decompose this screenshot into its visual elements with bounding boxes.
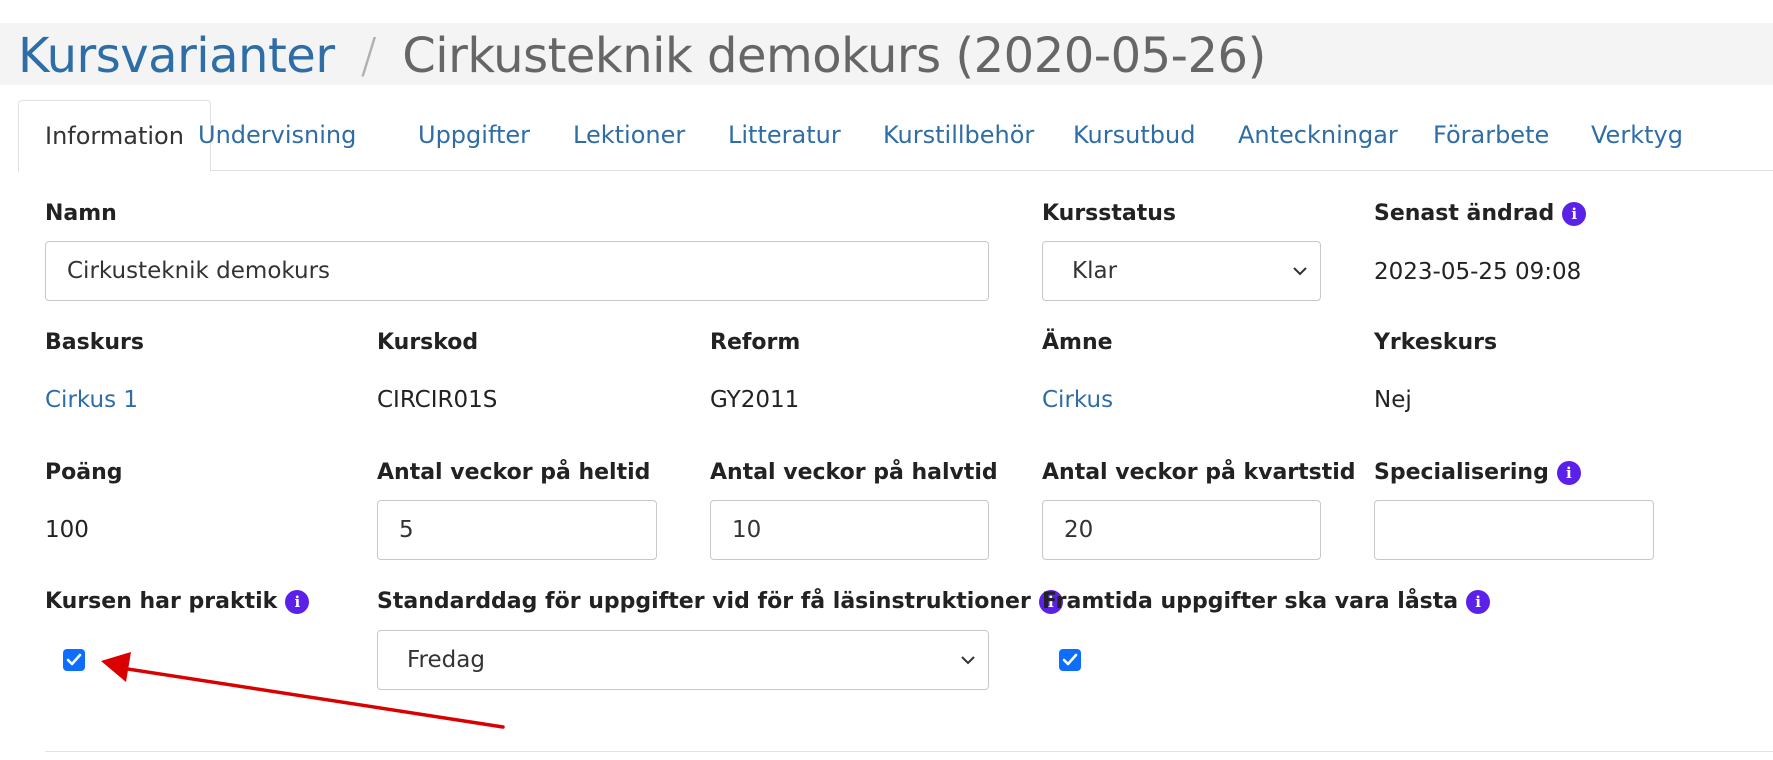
poang-label: Poäng <box>45 460 123 485</box>
breadcrumb-parent-link[interactable]: Kursvarianter <box>18 28 335 84</box>
kurskod-label: Kurskod <box>377 330 478 355</box>
yrkeskurs-label: Yrkeskurs <box>1374 330 1497 355</box>
standarddag-select-value: Fredag <box>407 647 485 673</box>
halvtid-label: Antal veckor på halvtid <box>710 460 998 485</box>
halvtid-input-value: 10 <box>732 517 762 543</box>
heltid-input-value: 5 <box>399 517 414 543</box>
kvartstid-input-value: 20 <box>1064 517 1094 543</box>
halvtid-label-text: Antal veckor på halvtid <box>710 460 998 485</box>
breadcrumb: Kursvarianter / Cirkusteknik demokurs (2… <box>18 26 1266 86</box>
tab-information[interactable]: Information <box>18 100 211 172</box>
kursstatus-select-value: Klar <box>1072 258 1118 284</box>
baskurs-label: Baskurs <box>45 330 144 355</box>
kursstatus-select[interactable]: Klar <box>1042 241 1321 301</box>
praktik-checkbox[interactable] <box>63 649 85 671</box>
framtida-label: Framtida uppgifter ska vara låsta i <box>1042 589 1491 614</box>
heltid-label: Antal veckor på heltid <box>377 460 650 485</box>
praktik-label-text: Kursen har praktik <box>45 589 278 614</box>
tab-kurstillbehor[interactable]: Kurstillbehör <box>883 100 1034 171</box>
poang-label-text: Poäng <box>45 460 123 485</box>
halvtid-input[interactable]: 10 <box>710 500 989 560</box>
namn-label: Namn <box>45 201 117 226</box>
tab-kursutbud[interactable]: Kursutbud <box>1073 100 1195 171</box>
standarddag-label-text: Standarddag för uppgifter vid för få läs… <box>377 589 1031 614</box>
page-title: Cirkusteknik demokurs (2020-05-26) <box>402 28 1266 84</box>
specialisering-label-text: Specialisering <box>1374 460 1549 485</box>
praktik-label: Kursen har praktik i <box>45 589 310 614</box>
info-icon[interactable]: i <box>1562 201 1587 226</box>
namn-input[interactable]: Cirkusteknik demokurs <box>45 241 989 301</box>
senast-andrad-value: 2023-05-25 09:08 <box>1374 259 1582 285</box>
poang-value: 100 <box>45 517 89 543</box>
framtida-label-text: Framtida uppgifter ska vara låsta <box>1042 589 1459 614</box>
reform-label: Reform <box>710 330 800 355</box>
chevron-down-icon <box>961 656 975 665</box>
divider <box>45 751 1773 752</box>
kursstatus-label-text: Kursstatus <box>1042 201 1176 226</box>
tab-lektioner[interactable]: Lektioner <box>573 100 685 171</box>
namn-label-text: Namn <box>45 201 117 226</box>
kurskod-value: CIRCIR01S <box>377 387 498 413</box>
tab-anteckningar[interactable]: Anteckningar <box>1238 100 1398 171</box>
checkmark-icon <box>66 653 82 666</box>
kvartstid-label-text: Antal veckor på kvartstid <box>1042 460 1356 485</box>
tab-bar: Information Undervisning Uppgifter Lekti… <box>18 100 1773 172</box>
framtida-checkbox[interactable] <box>1059 649 1081 671</box>
tab-undervisning[interactable]: Undervisning <box>198 100 356 171</box>
specialisering-input[interactable] <box>1374 500 1654 560</box>
senast-andrad-label-text: Senast ändrad <box>1374 201 1555 226</box>
info-icon[interactable]: i <box>285 589 310 614</box>
chevron-down-icon <box>1293 267 1307 276</box>
breadcrumb-separator: / <box>360 28 377 84</box>
kursstatus-label: Kursstatus <box>1042 201 1176 226</box>
info-icon[interactable]: i <box>1556 460 1581 485</box>
amne-label-text: Ämne <box>1042 330 1113 355</box>
namn-input-value: Cirkusteknik demokurs <box>67 258 331 284</box>
kurskod-label-text: Kurskod <box>377 330 479 355</box>
heltid-label-text: Antal veckor på heltid <box>377 460 651 485</box>
yrkeskurs-label-text: Yrkeskurs <box>1374 330 1498 355</box>
standarddag-label: Standarddag för uppgifter vid för få läs… <box>377 589 1063 614</box>
baskurs-link[interactable]: Cirkus 1 <box>45 387 138 413</box>
tab-uppgifter[interactable]: Uppgifter <box>418 100 530 171</box>
kvartstid-input[interactable]: 20 <box>1042 500 1321 560</box>
checkmark-icon <box>1062 653 1078 666</box>
heltid-input[interactable]: 5 <box>377 500 657 560</box>
baskurs-label-text: Baskurs <box>45 330 144 355</box>
info-icon[interactable]: i <box>1466 589 1491 614</box>
reform-label-text: Reform <box>710 330 801 355</box>
reform-value: GY2011 <box>710 387 800 413</box>
specialisering-label: Specialisering i <box>1374 460 1581 485</box>
amne-link[interactable]: Cirkus <box>1042 387 1113 413</box>
tab-litteratur[interactable]: Litteratur <box>728 100 841 171</box>
tab-forarbete[interactable]: Förarbete <box>1433 100 1549 171</box>
standarddag-select[interactable]: Fredag <box>377 630 989 690</box>
yrkeskurs-value: Nej <box>1374 387 1412 413</box>
amne-label: Ämne <box>1042 330 1113 355</box>
kvartstid-label: Antal veckor på kvartstid <box>1042 460 1356 485</box>
tab-verktyg[interactable]: Verktyg <box>1591 100 1683 171</box>
senast-andrad-label: Senast ändrad i <box>1374 201 1587 226</box>
